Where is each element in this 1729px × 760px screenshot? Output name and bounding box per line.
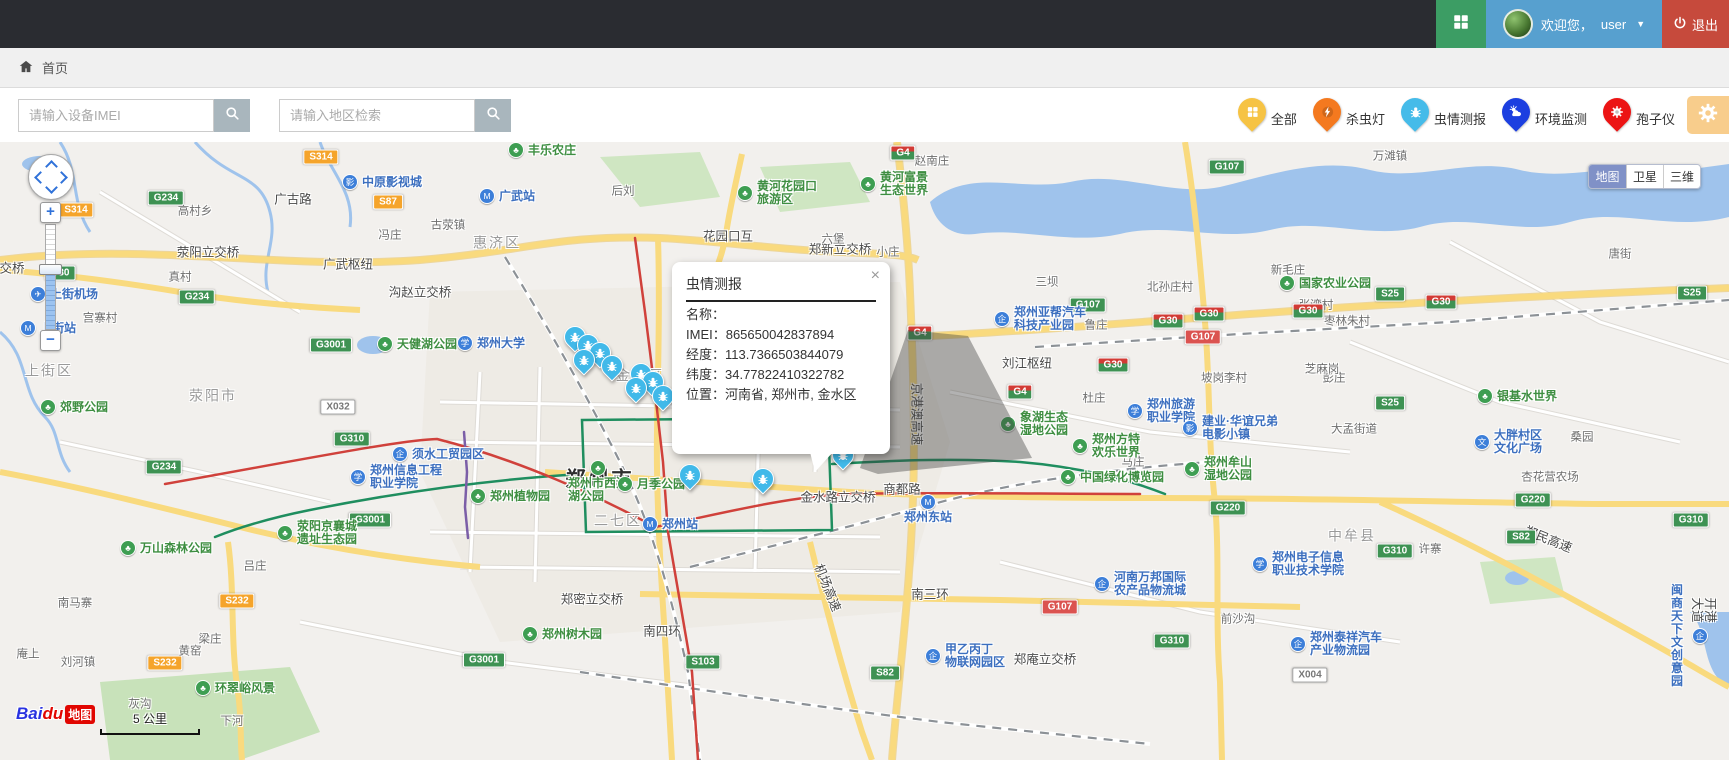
search-icon: [225, 106, 240, 124]
filter-item-1[interactable]: 杀虫灯: [1313, 98, 1385, 132]
map-type-button-1[interactable]: 卫星: [1626, 165, 1663, 188]
popup-field: 纬度：34.77822410322782: [686, 367, 876, 382]
popup-tail: [810, 452, 833, 472]
breadcrumb: 首页: [0, 48, 1729, 88]
home-icon: [18, 59, 34, 77]
zoom-slider-handle[interactable]: [39, 264, 62, 275]
district-search-input[interactable]: [279, 99, 475, 132]
power-icon: [1673, 16, 1687, 33]
filter-item-4[interactable]: 孢子仪: [1603, 98, 1675, 132]
spore-icon: [1597, 92, 1637, 132]
bug-icon: [1395, 92, 1435, 132]
pan-down-icon[interactable]: [45, 181, 58, 194]
district-search-button[interactable]: [475, 99, 511, 132]
imei-search-button[interactable]: [214, 99, 250, 132]
filter-item-2[interactable]: 虫情测报: [1401, 98, 1486, 132]
baidu-logo-map-word: 地图: [65, 705, 95, 724]
apps-menu-button[interactable]: [1436, 0, 1486, 48]
breadcrumb-home[interactable]: 首页: [42, 58, 68, 77]
search-toolbar: 全部 杀虫灯 虫情测报 环境监测 孢子仪: [0, 88, 1729, 142]
imei-search-group: [18, 99, 250, 132]
popup-close-icon[interactable]: ×: [871, 268, 880, 284]
zoom-slider-fill: [46, 271, 55, 329]
top-header-bar: 欢迎您， user ▼ 退出: [0, 0, 1729, 48]
avatar: [1503, 9, 1533, 39]
filter-label: 全部: [1271, 109, 1297, 132]
popup-field: IMEI：865650042837894: [686, 327, 876, 342]
grid-icon: [1232, 92, 1272, 132]
baidu-logo[interactable]: Baidu地图: [16, 704, 95, 724]
search-icon: [486, 106, 501, 124]
pan-left-icon[interactable]: [34, 171, 47, 184]
zoom-out-button[interactable]: −: [40, 330, 61, 351]
lightning-icon: [1307, 92, 1347, 132]
filter-item-0[interactable]: 全部: [1238, 98, 1297, 132]
gear-icon: [1697, 102, 1719, 129]
logout-label: 退出: [1692, 15, 1718, 34]
imei-search-input[interactable]: [18, 99, 214, 132]
welcome-text: 欢迎您，: [1541, 15, 1593, 34]
popup-title: 虫情测报: [686, 274, 876, 302]
pan-right-icon[interactable]: [55, 171, 68, 184]
district-search-group: [279, 99, 511, 132]
logout-button[interactable]: 退出: [1662, 0, 1729, 48]
popup-field: 位置：河南省, 郑州市, 金水区: [686, 387, 876, 402]
popup-field: 名称：: [686, 307, 876, 322]
filter-item-3[interactable]: 环境监测: [1502, 98, 1587, 132]
filter-label: 环境监测: [1535, 109, 1587, 132]
map-type-button-0[interactable]: 地图: [1589, 165, 1626, 188]
popup-fields: 名称： IMEI：865650042837894 经度：113.7366503844…: [686, 307, 876, 402]
filter-label: 杀虫灯: [1346, 109, 1385, 132]
zoom-in-button[interactable]: +: [40, 202, 61, 223]
baidu-logo-bai: Bai: [16, 704, 42, 724]
zoom-slider-track[interactable]: [45, 224, 56, 330]
chevron-down-icon: ▼: [1636, 19, 1645, 29]
map-type-button-2[interactable]: 三维: [1663, 165, 1700, 188]
device-filter-legend: 全部 杀虫灯 虫情测报 环境监测 孢子仪: [1238, 88, 1675, 142]
map-pan-control[interactable]: [28, 154, 74, 200]
popup-field: 经度：113.7366503844079: [686, 347, 876, 362]
user-menu[interactable]: 欢迎您， user ▼: [1486, 0, 1662, 48]
device-info-popup: 虫情测报 × 名称： IMEI：865650042837894 经度：113.736…: [672, 262, 890, 454]
filter-label: 孢子仪: [1636, 109, 1675, 132]
username: user: [1601, 17, 1626, 32]
pan-up-icon[interactable]: [45, 160, 58, 173]
baidu-logo-du: du: [42, 704, 63, 724]
settings-button[interactable]: [1687, 96, 1729, 134]
map-type-control: 地图卫星三维: [1588, 164, 1701, 189]
baidu-map-canvas[interactable]: 虫情测报 × 名称： IMEI：865650042837894 经度：113.736…: [0, 142, 1729, 760]
filter-label: 虫情测报: [1434, 109, 1486, 132]
apps-grid-icon: [1452, 13, 1470, 36]
sun-cloud-icon: [1496, 92, 1536, 132]
